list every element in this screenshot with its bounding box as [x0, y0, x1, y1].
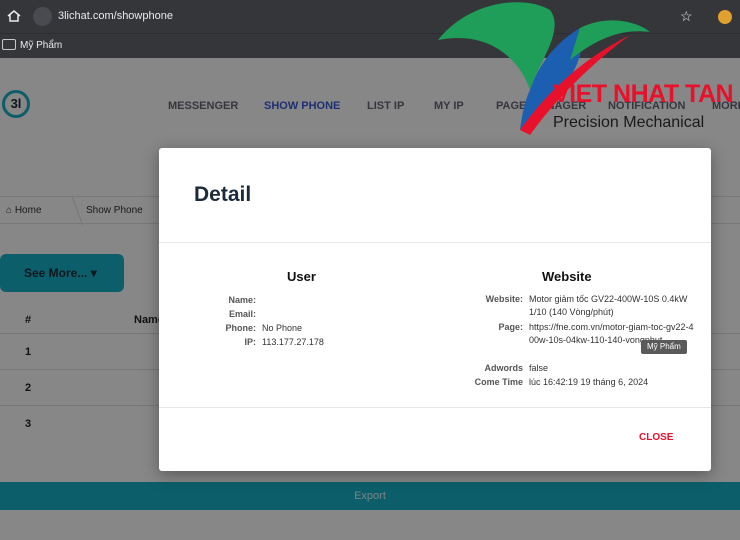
folder-icon: [2, 39, 16, 50]
close-button[interactable]: CLOSE: [639, 432, 673, 443]
brand-name: VIET NHAT TAN: [553, 80, 734, 108]
url-field[interactable]: 3lichat.com/showphone: [58, 10, 173, 22]
come-time-label: Come Time: [474, 377, 523, 387]
user-name-label: Name:: [228, 295, 256, 305]
adwords-label: Adwords: [484, 363, 523, 373]
site-info-icon[interactable]: [33, 7, 52, 26]
user-ip-value: 113.177.27.178: [262, 337, 324, 347]
detail-modal: Detail User Name: Email: Phone: No Phone…: [159, 148, 711, 471]
adwords-value: false: [529, 363, 549, 373]
website-value: Motor giảm tốc GV22-400W-10S 0.4kW 1/10 …: [529, 294, 688, 317]
divider: [159, 242, 711, 243]
website-label: Website:: [485, 294, 523, 304]
logo-green-arc: [570, 20, 650, 60]
brand-subtitle: Precision Mechanical: [553, 114, 705, 131]
home-icon[interactable]: [6, 8, 22, 24]
modal-title: Detail: [194, 183, 252, 206]
divider: [159, 407, 711, 408]
user-phone-label: Phone:: [225, 323, 257, 333]
page-label: Page:: [498, 322, 523, 332]
user-phone-value: No Phone: [262, 323, 303, 333]
user-ip-label: IP:: [244, 337, 256, 347]
tooltip: Mỹ Phẩm: [641, 340, 687, 354]
bookmark-folder[interactable]: Mỹ Phẩm: [20, 40, 62, 51]
website-heading: Website: [542, 269, 592, 284]
user-email-label: Email:: [228, 309, 256, 319]
come-time-value: lúc 16:42:19 19 tháng 6, 2024: [529, 377, 649, 387]
user-heading: User: [287, 269, 316, 284]
